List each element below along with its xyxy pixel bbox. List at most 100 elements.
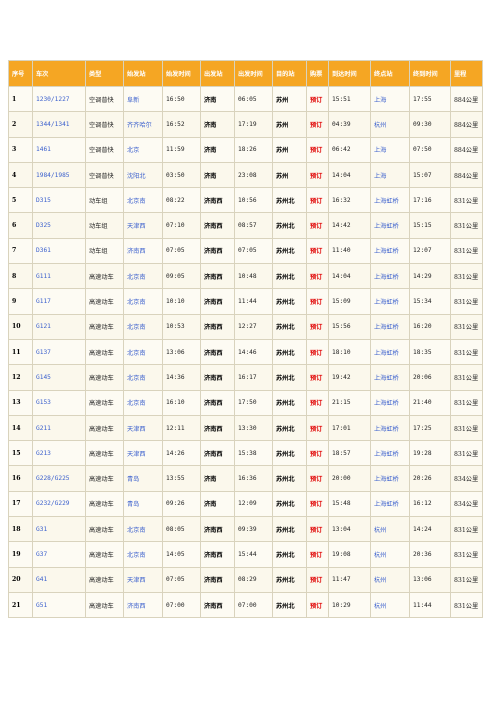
col-origin-cell[interactable]: 天津西 bbox=[123, 212, 163, 239]
col-origin-cell[interactable]: 北京南 bbox=[123, 338, 163, 366]
col-terminus-cell[interactable]: 杭州 bbox=[370, 516, 410, 543]
col-train-no-cell[interactable]: G137 bbox=[32, 338, 86, 366]
book-link[interactable]: 预订 bbox=[306, 237, 329, 265]
col-origin-cell[interactable]: 北京南 bbox=[123, 313, 163, 340]
col-origin-cell[interactable]: 北京南 bbox=[123, 364, 163, 391]
book-link[interactable]: 预订 bbox=[306, 465, 329, 492]
col-train-no-cell[interactable]: 1461 bbox=[32, 136, 86, 163]
table-row: 21 G51 高速动车 济南西 07:00 济南西 07:00 苏州北 预订 10:29 杭州 11:… bbox=[8, 591, 483, 619]
col-index-cell: 15 bbox=[8, 440, 33, 467]
col-train-no-cell[interactable]: G211 bbox=[32, 414, 86, 442]
col-origin-time-cell: 13:55 bbox=[162, 465, 201, 492]
col-origin-cell[interactable]: 阜新 bbox=[123, 85, 163, 113]
col-terminus-cell[interactable]: 上海虹桥 bbox=[370, 237, 410, 265]
col-dest-station-cell: 苏州北 bbox=[272, 591, 307, 619]
table-row: 14 G211 高速动车 天津西 12:11 济南西 13:30 苏州北 预订 17:01 上海虹桥… bbox=[8, 414, 483, 442]
book-link[interactable]: 预订 bbox=[306, 490, 329, 518]
col-origin-cell[interactable]: 天津西 bbox=[123, 566, 163, 593]
col-terminus-cell[interactable]: 上海虹桥 bbox=[370, 389, 410, 416]
book-link[interactable]: 预订 bbox=[306, 338, 329, 366]
col-train-no-cell[interactable]: G121 bbox=[32, 313, 86, 340]
col-origin-cell[interactable]: 天津西 bbox=[123, 440, 163, 467]
book-link[interactable]: 预订 bbox=[306, 161, 329, 189]
col-train-no-cell[interactable]: 1984/1985 bbox=[32, 161, 86, 189]
book-link[interactable]: 预订 bbox=[306, 263, 329, 290]
col-train-no-cell[interactable]: D315 bbox=[32, 187, 86, 214]
col-terminus-time-cell: 14:24 bbox=[409, 516, 451, 543]
col-train-no-cell[interactable]: G213 bbox=[32, 440, 86, 467]
col-origin-time-cell: 16:52 bbox=[162, 111, 201, 138]
col-train-no-cell[interactable]: G117 bbox=[32, 288, 86, 315]
col-terminus-cell[interactable]: 上海虹桥 bbox=[370, 364, 410, 391]
col-terminus-cell[interactable]: 上海虹桥 bbox=[370, 490, 410, 518]
col-type-cell: 高速动车 bbox=[85, 414, 124, 442]
book-link[interactable]: 预订 bbox=[306, 414, 329, 442]
book-link[interactable]: 预订 bbox=[306, 85, 329, 113]
col-terminus-cell[interactable]: 上海虹桥 bbox=[370, 338, 410, 366]
book-link[interactable]: 预订 bbox=[306, 288, 329, 315]
col-dest-station-cell: 苏州北 bbox=[272, 212, 307, 239]
book-link[interactable]: 预订 bbox=[306, 440, 329, 467]
col-train-no-cell[interactable]: D361 bbox=[32, 237, 86, 265]
book-link[interactable]: 预订 bbox=[306, 591, 329, 619]
col-depart-station-cell: 济南西 bbox=[200, 364, 235, 391]
col-terminus-cell[interactable]: 上海虹桥 bbox=[370, 187, 410, 214]
col-origin-cell[interactable]: 沈阳北 bbox=[123, 161, 163, 189]
col-origin-cell[interactable]: 齐齐哈尔 bbox=[123, 111, 163, 138]
col-terminus-cell[interactable]: 上海虹桥 bbox=[370, 263, 410, 290]
col-terminus-cell[interactable]: 杭州 bbox=[370, 591, 410, 619]
col-terminus-cell[interactable]: 上海 bbox=[370, 161, 410, 189]
col-train-no-cell[interactable]: 1344/1341 bbox=[32, 111, 86, 138]
book-link[interactable]: 预订 bbox=[306, 136, 329, 163]
col-origin-cell[interactable]: 北京南 bbox=[123, 516, 163, 543]
col-terminus-cell[interactable]: 上海 bbox=[370, 85, 410, 113]
col-origin-cell[interactable]: 济南西 bbox=[123, 237, 163, 265]
col-origin-cell[interactable]: 青岛 bbox=[123, 490, 163, 518]
col-origin-cell[interactable]: 天津西 bbox=[123, 414, 163, 442]
col-train-no-cell[interactable]: G145 bbox=[32, 364, 86, 391]
book-link[interactable]: 预订 bbox=[306, 364, 329, 391]
col-origin-cell[interactable]: 青岛 bbox=[123, 465, 163, 492]
col-origin-cell[interactable]: 北京南 bbox=[123, 389, 163, 416]
col-terminus-cell[interactable]: 杭州 bbox=[370, 566, 410, 593]
col-train-no-cell[interactable]: G232/G229 bbox=[32, 490, 86, 518]
col-train-no-cell[interactable]: G37 bbox=[32, 541, 86, 568]
col-origin-cell[interactable]: 北京南 bbox=[123, 541, 163, 568]
col-train-no-cell[interactable]: G228/G225 bbox=[32, 465, 86, 492]
book-link[interactable]: 预订 bbox=[306, 389, 329, 416]
col-terminus-cell[interactable]: 上海虹桥 bbox=[370, 212, 410, 239]
col-terminus-cell[interactable]: 上海虹桥 bbox=[370, 313, 410, 340]
col-train-no-cell[interactable]: G31 bbox=[32, 516, 86, 543]
col-origin-cell[interactable]: 北京南 bbox=[123, 288, 163, 315]
col-train-no-cell[interactable]: G111 bbox=[32, 263, 86, 290]
col-terminus-cell[interactable]: 上海虹桥 bbox=[370, 465, 410, 492]
col-terminus-cell[interactable]: 杭州 bbox=[370, 111, 410, 138]
col-origin-cell[interactable]: 北京南 bbox=[123, 263, 163, 290]
book-link[interactable]: 预订 bbox=[306, 187, 329, 214]
col-train-no-cell[interactable]: 1230/1227 bbox=[32, 85, 86, 113]
col-terminus-cell[interactable]: 上海虹桥 bbox=[370, 440, 410, 467]
col-terminus-cell[interactable]: 上海 bbox=[370, 136, 410, 163]
col-train-no-cell[interactable]: G41 bbox=[32, 566, 86, 593]
book-link[interactable]: 预订 bbox=[306, 516, 329, 543]
col-terminus-cell[interactable]: 上海虹桥 bbox=[370, 288, 410, 315]
col-terminus-cell[interactable]: 杭州 bbox=[370, 541, 410, 568]
book-link[interactable]: 预订 bbox=[306, 212, 329, 239]
col-origin-cell[interactable]: 济南西 bbox=[123, 591, 163, 619]
col-origin-cell[interactable]: 北京 bbox=[123, 136, 163, 163]
col-distance-cell: 884公里 bbox=[450, 111, 483, 138]
col-type-cell: 动车组 bbox=[85, 212, 124, 239]
col-train-no-cell[interactable]: G153 bbox=[32, 389, 86, 416]
col-type-cell: 高速动车 bbox=[85, 263, 124, 290]
book-link[interactable]: 预订 bbox=[306, 541, 329, 568]
col-origin-cell[interactable]: 北京南 bbox=[123, 187, 163, 214]
table-row: 19 G37 高速动车 北京南 14:05 济南西 15:44 苏州北 预订 19:08 杭州 20:… bbox=[8, 541, 483, 568]
book-link[interactable]: 预订 bbox=[306, 111, 329, 138]
book-link[interactable]: 预订 bbox=[306, 566, 329, 593]
col-depart-time-header: 出发时间 bbox=[234, 60, 273, 87]
col-terminus-cell[interactable]: 上海虹桥 bbox=[370, 414, 410, 442]
col-origin-time-cell: 16:50 bbox=[162, 85, 201, 113]
col-train-no-cell[interactable]: D325 bbox=[32, 212, 86, 239]
book-link[interactable]: 预订 bbox=[306, 313, 329, 340]
col-train-no-cell[interactable]: G51 bbox=[32, 591, 86, 619]
